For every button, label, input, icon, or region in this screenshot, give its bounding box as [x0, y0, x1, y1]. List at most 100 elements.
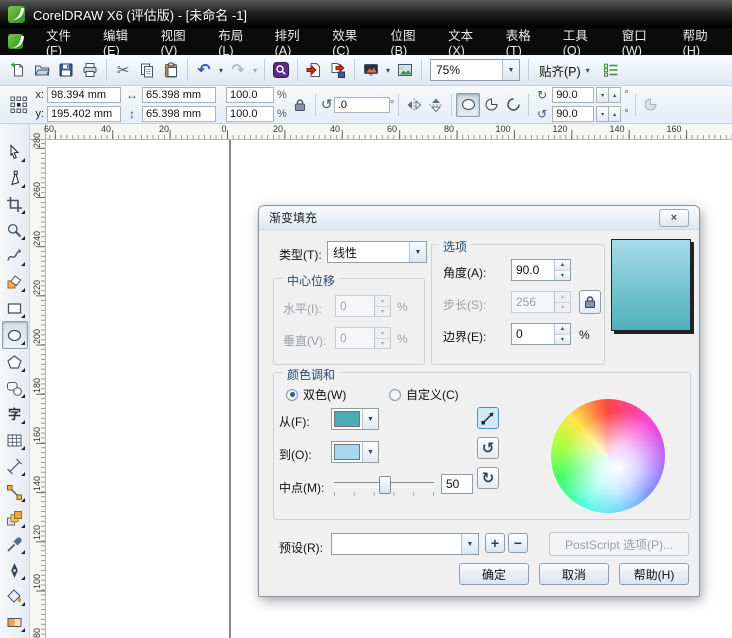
- scale-x-field[interactable]: 100.0: [226, 87, 274, 103]
- interactive-fill-tool[interactable]: [3, 609, 27, 635]
- arc-mode-button[interactable]: [502, 94, 524, 116]
- pick-tool[interactable]: [3, 139, 27, 165]
- mirror-horizontal-button[interactable]: [403, 94, 425, 116]
- view-image-button[interactable]: [393, 58, 417, 82]
- undo-button[interactable]: ↶: [192, 58, 216, 82]
- ellipse-mode-button[interactable]: [456, 92, 481, 117]
- change-direction-button[interactable]: [640, 94, 662, 116]
- basic-shapes-tool[interactable]: [3, 375, 27, 401]
- start-angle-field[interactable]: 90.0: [552, 87, 595, 103]
- search-content-button[interactable]: [269, 58, 293, 82]
- import-button[interactable]: [302, 58, 326, 82]
- polygon-tool[interactable]: [3, 349, 27, 375]
- ruler-number: 140: [609, 124, 625, 134]
- smart-fill-tool[interactable]: [3, 269, 27, 295]
- rotation-angle-field[interactable]: .0: [333, 96, 390, 113]
- remove-preset-button[interactable]: −: [508, 533, 528, 553]
- presets-combo[interactable]: ▼: [331, 533, 479, 555]
- spin-up-icon: ▴: [555, 292, 570, 303]
- lock-ratio-button[interactable]: [289, 94, 311, 116]
- cancel-button[interactable]: 取消: [539, 563, 609, 585]
- undo-dropdown-arrow[interactable]: ▾: [216, 66, 226, 75]
- dialog-title-bar[interactable]: 渐变填充 ×: [259, 206, 699, 230]
- x-position-field[interactable]: 98.394 mm: [47, 87, 121, 103]
- blend-tool[interactable]: [3, 505, 27, 531]
- dimension-tool[interactable]: [3, 453, 27, 479]
- clockwise-blend-button[interactable]: ↻: [477, 467, 499, 489]
- edge-pad-input[interactable]: 0 ▴ ▾: [511, 323, 571, 345]
- from-color-picker[interactable]: ▼: [331, 408, 379, 430]
- pie-mode-button[interactable]: [480, 94, 502, 116]
- propbar-separator: [398, 93, 400, 116]
- ruler-number: 120: [552, 124, 568, 134]
- ellipse-tool[interactable]: [1, 321, 28, 349]
- redo-dropdown-arrow[interactable]: ▾: [250, 66, 260, 75]
- zoom-tool[interactable]: [3, 217, 27, 243]
- end-angle-spinner[interactable]: ▾ ▴: [596, 106, 622, 122]
- mid-point-value[interactable]: 50: [441, 474, 473, 494]
- snap-to-dropdown[interactable]: 贴齐(P) ▾: [533, 58, 599, 83]
- counterclockwise-blend-button[interactable]: ↺: [477, 437, 499, 459]
- cut-button[interactable]: ✂: [111, 58, 135, 82]
- paste-button[interactable]: [159, 58, 183, 82]
- to-dropdown-arrow-icon[interactable]: ▼: [362, 442, 378, 462]
- mirror-horizontal-icon: [407, 97, 422, 112]
- mid-point-slider[interactable]: [334, 476, 434, 494]
- shape-tool[interactable]: [3, 165, 27, 191]
- text-tool[interactable]: 字: [3, 401, 27, 427]
- to-color-picker[interactable]: ▼: [331, 441, 379, 463]
- vertical-ruler[interactable]: 280 260 240 220 200 180 160 140 120 100 80: [30, 133, 46, 638]
- options-button[interactable]: [599, 58, 623, 82]
- options-group-label: 选项: [439, 238, 472, 255]
- connector-tool[interactable]: [3, 479, 27, 505]
- outline-pen-tool[interactable]: [3, 557, 27, 583]
- freehand-tool[interactable]: [3, 243, 27, 269]
- export-button[interactable]: [326, 58, 350, 82]
- preview-dropdown-arrow[interactable]: ▾: [383, 66, 393, 75]
- print-button[interactable]: [78, 58, 102, 82]
- rectangle-tool[interactable]: [3, 295, 27, 321]
- custom-radio[interactable]: 自定义(C): [389, 386, 459, 403]
- new-document-button[interactable]: [6, 58, 30, 82]
- two-color-radio[interactable]: 双色(W): [286, 386, 346, 403]
- y-position-field[interactable]: 195.402 mm: [47, 106, 121, 122]
- presets-dropdown-arrow-icon[interactable]: ▼: [461, 534, 478, 554]
- object-width-field[interactable]: 65.398 mm: [142, 87, 216, 103]
- fill-tool[interactable]: [3, 583, 27, 609]
- from-dropdown-arrow-icon[interactable]: ▼: [362, 409, 378, 429]
- gradient-type-combo[interactable]: 线性 ▼: [327, 241, 427, 263]
- zoom-level-combo[interactable]: 75% ▼: [430, 59, 520, 81]
- object-position-grid[interactable]: [6, 92, 32, 118]
- table-tool[interactable]: [3, 427, 27, 453]
- save-button[interactable]: [54, 58, 78, 82]
- type-dropdown-arrow-icon[interactable]: ▼: [409, 242, 426, 262]
- mirror-vertical-button[interactable]: [425, 94, 447, 116]
- direction-pie-icon: [644, 98, 657, 111]
- zoom-dropdown-arrow-icon[interactable]: ▼: [502, 60, 519, 80]
- ruler-number: 240: [32, 230, 42, 246]
- spinner[interactable]: ▴ ▾: [554, 260, 570, 280]
- horizontal-ruler[interactable]: 60 40 20 0 20 40 60 80 100 120 140 160: [44, 124, 732, 140]
- direct-blend-button[interactable]: [477, 407, 499, 429]
- object-height-field[interactable]: 65.398 mm: [142, 106, 216, 122]
- copy-button[interactable]: [135, 58, 159, 82]
- add-preset-button[interactable]: +: [485, 533, 505, 553]
- angle-input[interactable]: 90.0 ▴ ▾: [511, 259, 571, 281]
- end-angle-field[interactable]: 90.0: [552, 106, 595, 122]
- crop-tool[interactable]: [3, 191, 27, 217]
- fullscreen-preview-button[interactable]: [359, 58, 383, 82]
- start-angle-spinner[interactable]: ▾ ▴: [596, 87, 622, 103]
- dialog-close-button[interactable]: ×: [659, 208, 689, 227]
- propbar-separator: [314, 93, 316, 116]
- steps-lock-button[interactable]: [579, 290, 601, 314]
- redo-button[interactable]: ↷: [226, 58, 250, 82]
- color-wheel[interactable]: [551, 399, 665, 513]
- start-angle-icon: ↻: [537, 88, 548, 102]
- ok-button[interactable]: 确定: [459, 563, 529, 585]
- help-button[interactable]: 帮助(H): [619, 563, 689, 585]
- propbar-separator: [634, 93, 636, 116]
- open-button[interactable]: [30, 58, 54, 82]
- scale-y-field[interactable]: 100.0: [226, 106, 274, 122]
- eyedropper-tool[interactable]: [3, 531, 27, 557]
- spinner[interactable]: ▴ ▾: [554, 324, 570, 344]
